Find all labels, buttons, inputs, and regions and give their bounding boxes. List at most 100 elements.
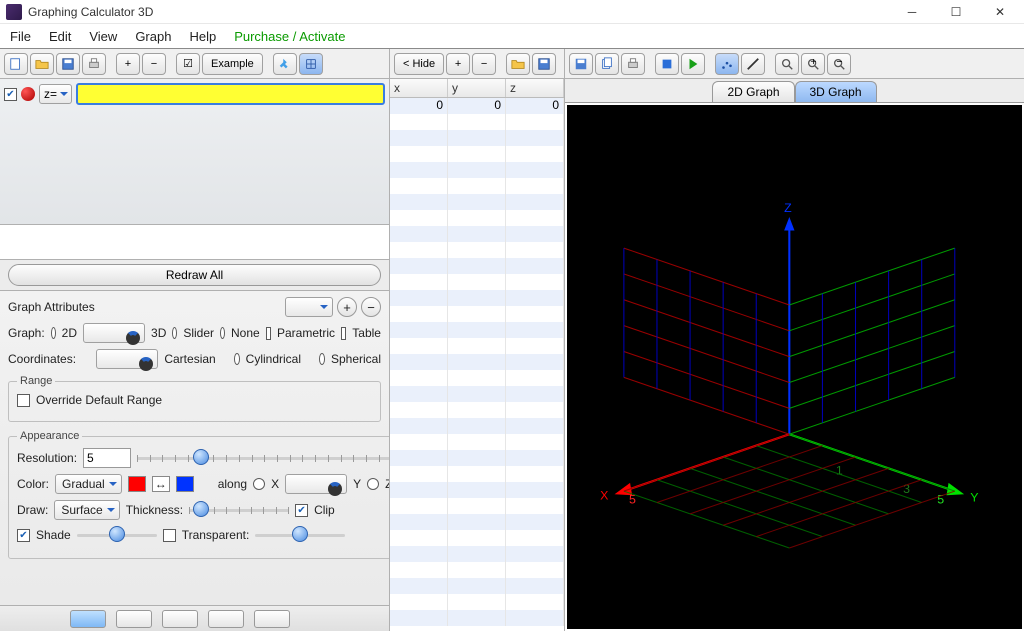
along-x-radio[interactable]	[253, 478, 265, 490]
menu-view[interactable]: View	[89, 29, 117, 44]
col-y: y	[448, 79, 506, 97]
table-checkbox[interactable]	[341, 327, 346, 340]
print-icon[interactable]	[82, 53, 106, 75]
draw-mode-select[interactable]: Surface	[54, 500, 119, 520]
draw-label: Draw:	[17, 503, 48, 517]
bottom-tab-5[interactable]	[254, 610, 290, 628]
transparent-checkbox[interactable]	[163, 529, 176, 542]
tab-2d-graph[interactable]: 2D Graph	[712, 81, 794, 102]
table-header: x y z	[390, 79, 564, 98]
redraw-all-button[interactable]: Redraw All	[8, 264, 381, 286]
pin-icon[interactable]	[273, 53, 297, 75]
left-toolbar: + − ☑ Example	[0, 49, 389, 79]
check-icon[interactable]: ☑	[176, 53, 200, 75]
menu-edit[interactable]: Edit	[49, 29, 71, 44]
bottom-tab-4[interactable]	[208, 610, 244, 628]
rt-zoom-icon[interactable]	[775, 53, 799, 75]
appearance-fieldset: Appearance Resolution: Color: Gradual ↔	[8, 430, 389, 559]
rt-save-icon[interactable]	[569, 53, 593, 75]
function-type-select[interactable]: z=	[39, 84, 72, 104]
mid-open-icon[interactable]	[506, 53, 530, 75]
rt-scatter-icon[interactable]	[715, 53, 739, 75]
function-enable-checkbox[interactable]: ✔	[4, 88, 17, 101]
rt-zoom-out-icon[interactable]: −	[827, 53, 851, 75]
shade-checkbox[interactable]: ✔	[17, 529, 30, 542]
bottom-tab-1[interactable]	[70, 610, 106, 628]
bottom-tab-3[interactable]	[162, 610, 198, 628]
left-pane: + − ☑ Example ✔ z= Redraw All Graph Attr…	[0, 49, 390, 631]
graph-slider-radio[interactable]	[172, 327, 177, 339]
data-table[interactable]: x y z 000	[390, 79, 564, 631]
graph-2d-radio[interactable]	[51, 327, 56, 339]
rt-stop-icon[interactable]	[655, 53, 679, 75]
menubar: File Edit View Graph Help Purchase / Act…	[0, 24, 1024, 49]
rt-line-icon[interactable]	[741, 53, 765, 75]
plot-3d-viewport[interactable]: Z X 5 Y 5 3 1	[567, 105, 1022, 629]
along-y-radio[interactable]	[285, 474, 347, 494]
right-pane: + − 2D Graph 3D Graph Z X 5 Y	[565, 49, 1024, 631]
titlebar: Graphing Calculator 3D ─ ☐ ✕	[0, 0, 1024, 24]
main-area: + − ☑ Example ✔ z= Redraw All Graph Attr…	[0, 49, 1024, 631]
mid-save-icon[interactable]	[532, 53, 556, 75]
col-x: x	[390, 79, 448, 97]
graph-tabs: 2D Graph 3D Graph	[565, 79, 1024, 103]
left-bottom-tabs	[0, 605, 389, 631]
svg-text:−: −	[836, 57, 842, 68]
resolution-slider[interactable]	[137, 449, 389, 467]
graph-attributes-panel: Graph Attributes + − Graph: 2D 3D Slider…	[0, 291, 389, 605]
open-icon[interactable]	[30, 53, 54, 75]
resolution-label: Resolution:	[17, 451, 77, 465]
menu-graph[interactable]: Graph	[135, 29, 171, 44]
tab-3d-graph[interactable]: 3D Graph	[795, 81, 877, 102]
bottom-tab-2[interactable]	[116, 610, 152, 628]
mid-remove-button[interactable]: −	[472, 53, 496, 75]
add-button[interactable]: +	[116, 53, 140, 75]
coord-cylindrical-radio[interactable]	[234, 353, 240, 365]
example-button[interactable]: Example	[202, 53, 263, 75]
menu-purchase[interactable]: Purchase / Activate	[234, 29, 345, 44]
shade-slider[interactable]	[77, 526, 157, 544]
hide-button[interactable]: < Hide	[394, 53, 444, 75]
save-icon[interactable]	[56, 53, 80, 75]
right-toolbar: + −	[565, 49, 1024, 79]
menu-file[interactable]: File	[10, 29, 31, 44]
function-color-icon[interactable]	[21, 87, 35, 101]
transparent-slider[interactable]	[255, 526, 345, 544]
attr-preset-select[interactable]	[285, 297, 333, 317]
menu-help[interactable]: Help	[189, 29, 216, 44]
resolution-input[interactable]	[83, 448, 131, 468]
graph-3d-radio[interactable]	[83, 323, 145, 343]
close-button[interactable]: ✕	[978, 0, 1022, 24]
remove-button[interactable]: −	[142, 53, 166, 75]
maximize-button[interactable]: ☐	[934, 0, 978, 24]
attr-add-button[interactable]: +	[337, 297, 357, 317]
color-swap-icon[interactable]: ↔	[152, 476, 170, 492]
color-mode-select[interactable]: Gradual	[55, 474, 122, 494]
coord-spherical-radio[interactable]	[319, 353, 325, 365]
window-title: Graphing Calculator 3D	[28, 5, 890, 19]
axis-y-label: Y	[970, 490, 978, 504]
rt-copy-icon[interactable]	[595, 53, 619, 75]
override-range-checkbox[interactable]	[17, 394, 30, 407]
color-swatch-1[interactable]	[128, 476, 146, 492]
thickness-slider[interactable]	[189, 501, 289, 519]
rt-zoom-in-icon[interactable]: +	[801, 53, 825, 75]
axis-z-label: Z	[784, 201, 792, 215]
graph-none-radio[interactable]	[220, 327, 225, 339]
minimize-button[interactable]: ─	[890, 0, 934, 24]
mid-add-button[interactable]: +	[446, 53, 470, 75]
new-icon[interactable]	[4, 53, 28, 75]
middle-toolbar: < Hide + −	[390, 49, 564, 79]
attr-remove-button[interactable]: −	[361, 297, 381, 317]
coordinates-label: Coordinates:	[8, 352, 76, 366]
rt-print-icon[interactable]	[621, 53, 645, 75]
clip-checkbox[interactable]: ✔	[295, 504, 308, 517]
rt-play-icon[interactable]	[681, 53, 705, 75]
color-swatch-2[interactable]	[176, 476, 194, 492]
parametric-checkbox[interactable]	[266, 327, 271, 340]
function-input[interactable]	[76, 83, 385, 105]
graph-attributes-title: Graph Attributes	[8, 300, 95, 314]
along-z-radio[interactable]	[367, 478, 379, 490]
grid-icon[interactable]	[299, 53, 323, 75]
coord-cartesian-radio[interactable]	[96, 349, 158, 369]
